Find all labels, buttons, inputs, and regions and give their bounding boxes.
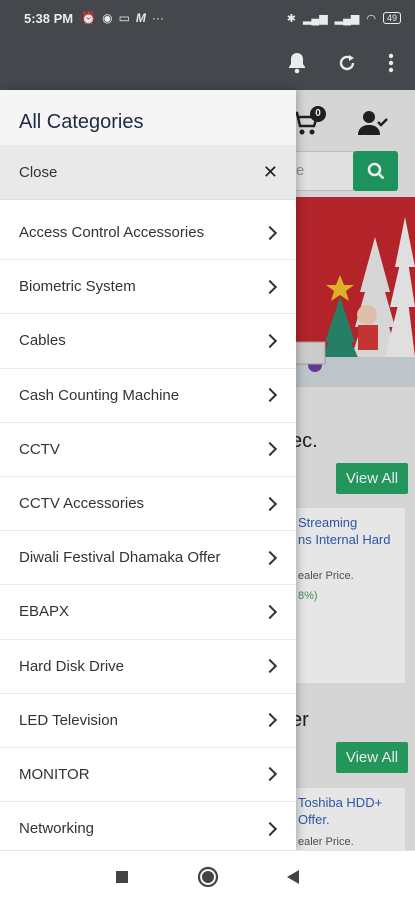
signal-icon: ▂▄▆: [302, 12, 328, 25]
recents-button[interactable]: [110, 865, 134, 889]
close-icon[interactable]: ✕: [263, 162, 278, 183]
category-item[interactable]: Cables: [0, 314, 296, 369]
back-triangle-icon: [287, 870, 299, 884]
discount-percent: 8%): [298, 590, 318, 602]
chevron-right-icon: [262, 225, 278, 240]
category-label: Networking: [19, 820, 95, 838]
category-item[interactable]: Access Control Accessories: [0, 206, 296, 261]
product-title: Streaming ns Internal Hard: [298, 515, 391, 547]
chevron-right-icon: [262, 767, 278, 782]
category-list: Access Control Accessories Biometric Sys…: [0, 206, 296, 850]
home-circle-icon: [197, 866, 219, 888]
category-item[interactable]: EBAPX: [0, 585, 296, 640]
category-label: Biometric System: [19, 278, 136, 296]
bell-icon[interactable]: [282, 48, 312, 78]
m-icon: M: [135, 11, 146, 25]
christmas-banner-image: [280, 197, 415, 387]
view-all-button-2[interactable]: View All: [336, 742, 408, 773]
category-item[interactable]: CCTV: [0, 423, 296, 477]
category-label: Cables: [19, 332, 66, 350]
category-label: Diwali Festival Dhamaka Offer: [19, 549, 221, 567]
search-button[interactable]: [353, 151, 398, 191]
close-drawer-button[interactable]: Close ✕: [0, 145, 296, 200]
category-item[interactable]: CCTV Accessories: [0, 477, 296, 532]
chevron-right-icon: [262, 821, 278, 836]
chevron-right-icon: [262, 713, 278, 728]
category-label: CCTV: [19, 440, 60, 458]
refresh-icon[interactable]: [332, 48, 362, 78]
category-label: MONITOR: [19, 765, 90, 783]
chevron-right-icon: [262, 333, 278, 349]
category-label: Access Control Accessories: [19, 224, 205, 242]
drawer-title: All Categories: [0, 90, 296, 145]
dealer-price-label-2: ealer Price.: [298, 836, 354, 848]
product-card-2[interactable]: Toshiba HDD+ Offer. ealer Price.: [280, 788, 405, 850]
category-label: CCTV Accessories: [19, 495, 145, 513]
product-title-2: Toshiba HDD+ Offer.: [298, 795, 383, 827]
promo-banner[interactable]: [280, 197, 415, 387]
chevron-right-icon: [262, 550, 278, 565]
cart-count-badge: 0: [310, 106, 326, 122]
chevron-right-icon: [262, 388, 278, 403]
bluetooth-icon: ✱: [286, 12, 296, 25]
categories-drawer: All Categories Close ✕ Access Control Ac…: [0, 90, 296, 850]
chevron-right-icon: [262, 442, 278, 457]
app-icon: ◉: [102, 11, 113, 25]
status-bar: 5:38 PM ⏰ ◉ ▭ M ··· ✱ ▂▄▆ ▂▄▆ ◠ 49: [0, 0, 415, 36]
search-icon: [367, 162, 384, 180]
category-item[interactable]: Cash Counting Machine: [0, 369, 296, 423]
category-item[interactable]: Diwali Festival Dhamaka Offer: [0, 531, 296, 586]
back-button[interactable]: [281, 865, 305, 889]
category-item[interactable]: MONITOR: [0, 748, 296, 803]
category-label: Cash Counting Machine: [19, 386, 180, 404]
dealer-price-label: ealer Price.: [298, 570, 354, 582]
user-check-icon[interactable]: [358, 110, 388, 140]
product-card[interactable]: Streaming ns Internal Hard ealer Price. …: [280, 508, 405, 683]
chevron-right-icon: [262, 496, 278, 511]
status-time: 5:38 PM: [24, 10, 74, 26]
category-item[interactable]: LED Television: [0, 694, 296, 748]
home-button[interactable]: [196, 865, 220, 889]
wifi-icon: ◠: [366, 12, 376, 25]
battery-icon: 49: [382, 12, 401, 24]
signal2-icon: ▂▄▆: [334, 12, 360, 25]
system-nav-bar: [0, 850, 415, 900]
app-toolbar: [0, 36, 415, 90]
alarm-icon: ⏰: [81, 11, 97, 25]
category-item[interactable]: Biometric System: [0, 260, 296, 315]
chevron-right-icon: [262, 604, 278, 619]
close-label: Close: [19, 163, 58, 181]
category-item[interactable]: Networking: [0, 802, 296, 850]
category-item[interactable]: Hard Disk Drive: [0, 640, 296, 694]
category-label: Hard Disk Drive: [19, 657, 125, 675]
chevron-right-icon: [262, 279, 278, 294]
category-label: EBAPX: [19, 603, 70, 621]
more-notifications-icon: ···: [151, 11, 164, 25]
laptop-icon: ▭: [118, 11, 130, 25]
more-vert-icon[interactable]: [376, 48, 406, 78]
category-label: LED Television: [19, 711, 118, 729]
view-all-button[interactable]: View All: [336, 463, 408, 494]
square-icon: [116, 871, 128, 883]
chevron-right-icon: [262, 659, 278, 674]
